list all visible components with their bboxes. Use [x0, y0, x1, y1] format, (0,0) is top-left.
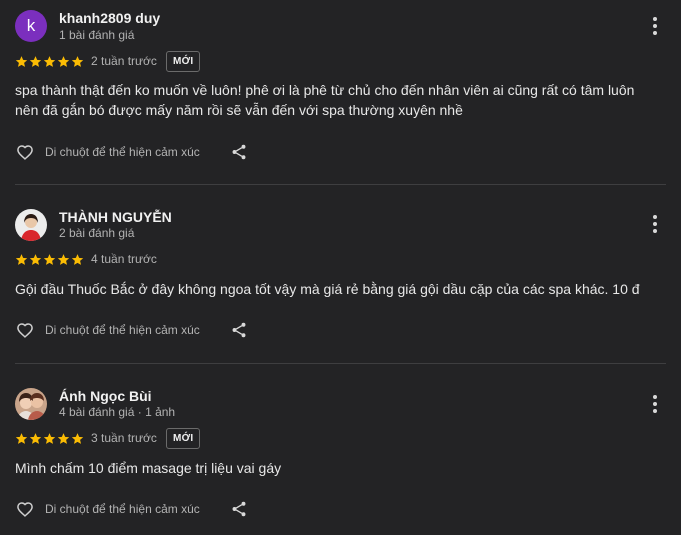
avatar-photo [15, 209, 47, 241]
review-actions: Di chuột để thể hiện cảm xúc [15, 141, 248, 163]
avatar[interactable]: k [15, 10, 47, 42]
react-label: Di chuột để thể hiện cảm xúc [45, 502, 200, 516]
star-icon [57, 55, 70, 67]
review-text: Mình chấm 10 điểm masage trị liệu vai gá… [15, 458, 665, 478]
star-icon [29, 432, 42, 444]
star-icon [57, 253, 70, 265]
new-badge: MỚI [165, 50, 201, 72]
reviewer-name[interactable]: khanh2809 duy [59, 10, 160, 26]
reviewer-meta[interactable]: 1 bài đánh giá [59, 28, 134, 42]
avatar-letter: k [26, 16, 36, 35]
star-icon [71, 432, 84, 444]
review-actions: Di chuột để thể hiện cảm xúc [15, 319, 248, 341]
new-badge: MỚI [165, 427, 201, 449]
more-vert-icon [653, 17, 657, 21]
reviewer-meta[interactable]: 4 bài đánh giá · 1 ảnh [59, 405, 175, 419]
star-rating [15, 253, 84, 266]
star-icon [29, 253, 42, 265]
heart-outline-icon [17, 502, 33, 517]
star-icon [29, 55, 42, 67]
star-icon [71, 55, 84, 67]
rating-row: 3 tuần trước MỚI [15, 427, 201, 449]
review-text-line: Gội đầu Thuốc Bắc ở đây không ngoa tốt v… [15, 281, 640, 297]
rating-row: 2 tuần trước MỚI [15, 50, 201, 72]
share-icon[interactable] [230, 500, 248, 518]
review-divider [15, 184, 666, 185]
review-text: spa thành thật đến ko muốn về luôn! phê … [15, 80, 665, 120]
star-icon [15, 432, 28, 444]
avatar[interactable] [15, 209, 47, 241]
review-time: 4 tuần trước [91, 252, 157, 266]
review-time: 2 tuần trước [91, 54, 157, 68]
star-icon [15, 55, 28, 67]
reviewer-meta[interactable]: 2 bài đánh giá [59, 226, 134, 240]
react-label: Di chuột để thể hiện cảm xúc [45, 323, 200, 337]
share-icon[interactable] [230, 321, 248, 339]
more-vert-icon [653, 215, 657, 219]
review-divider [15, 363, 666, 364]
review-time: 3 tuần trước [91, 431, 157, 445]
react-button[interactable]: Di chuột để thể hiện cảm xúc [15, 320, 200, 340]
more-options-button[interactable] [645, 214, 665, 234]
more-vert-icon [653, 395, 657, 399]
more-options-button[interactable] [645, 16, 665, 36]
heart-outline-icon [17, 323, 33, 338]
react-button[interactable]: Di chuột để thể hiện cảm xúc [15, 142, 200, 162]
avatar-photo [15, 388, 47, 420]
star-icon [43, 432, 56, 444]
react-button[interactable]: Di chuột để thể hiện cảm xúc [15, 499, 200, 519]
star-rating [15, 432, 84, 445]
review-actions: Di chuột để thể hiện cảm xúc [15, 498, 248, 520]
star-icon [15, 253, 28, 265]
avatar[interactable] [15, 388, 47, 420]
heart-outline-icon [17, 145, 33, 160]
share-icon[interactable] [230, 143, 248, 161]
star-icon [71, 253, 84, 265]
reviewer-name[interactable]: Ánh Ngọc Bùi [59, 388, 152, 404]
star-rating [15, 55, 84, 68]
more-options-button[interactable] [645, 394, 665, 414]
review-text-line: nên đã gắn bó được mấy năm rồi sẽ vẫn đế… [15, 102, 463, 118]
review-text: Gội đầu Thuốc Bắc ở đây không ngoa tốt v… [15, 279, 665, 299]
star-icon [43, 55, 56, 67]
rating-row: 4 tuần trước [15, 249, 157, 269]
star-icon [57, 432, 70, 444]
react-label: Di chuột để thể hiện cảm xúc [45, 145, 200, 159]
review-text-line: spa thành thật đến ko muốn về luôn! phê … [15, 82, 635, 98]
review-text-line: Mình chấm 10 điểm masage trị liệu vai gá… [15, 460, 282, 476]
star-icon [43, 253, 56, 265]
reviewer-name[interactable]: THÀNH NGUYỄN [59, 209, 172, 225]
